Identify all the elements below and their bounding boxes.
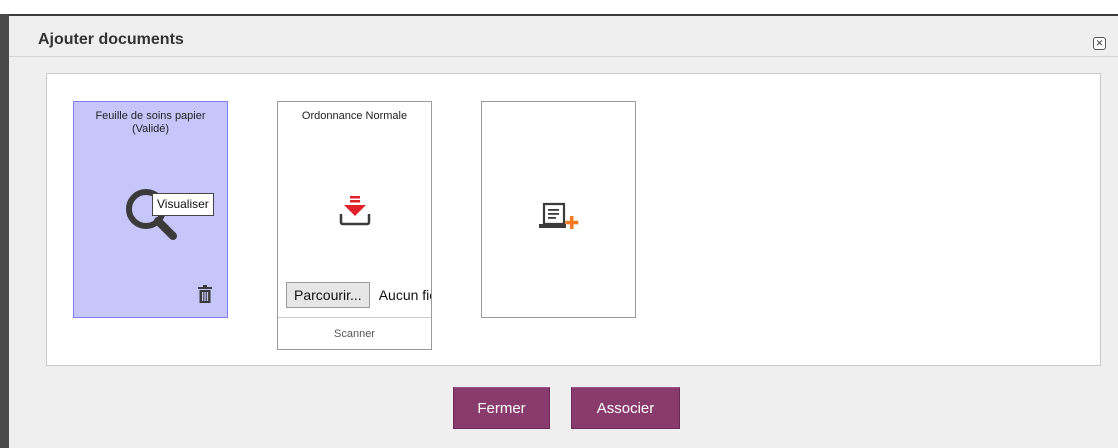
visualize-tooltip: Visualiser	[152, 193, 214, 216]
documents-area: Feuille de soins papier (Validé) Visuali…	[46, 73, 1101, 366]
close-icon[interactable]: ✕	[1093, 37, 1106, 50]
new-document-icon[interactable]	[536, 202, 582, 232]
scanner-button[interactable]: Scanner	[278, 317, 431, 351]
associate-button[interactable]: Associer	[571, 387, 680, 429]
backdrop-edge	[0, 14, 9, 448]
dialog-header: Ajouter documents ✕	[9, 16, 1118, 57]
card-title: Feuille de soins papier	[95, 110, 206, 122]
add-documents-dialog: Ajouter documents ✕ Feuille de soins pap…	[9, 14, 1118, 448]
browse-button[interactable]: Parcourir...	[286, 282, 370, 308]
document-card-feuille-de-soins[interactable]: Feuille de soins papier (Validé) Visuali…	[73, 101, 228, 318]
backdrop	[0, 0, 1118, 14]
dialog-title: Ajouter documents	[38, 31, 184, 48]
add-document-card[interactable]	[481, 101, 636, 318]
file-input: Parcourir... Aucun fichier sélectionné.	[286, 282, 431, 310]
file-status: Aucun fichier sélectionné.	[378, 287, 431, 303]
document-card-ordonnance: Ordonnance Normale Parcourir... Aucun fic…	[277, 101, 432, 350]
card-title: Ordonnance Normale	[301, 110, 408, 122]
close-button[interactable]: Fermer	[453, 387, 550, 429]
download-icon[interactable]	[337, 194, 373, 230]
card-subtitle: (Validé)	[131, 123, 170, 135]
trash-icon[interactable]	[198, 285, 212, 303]
